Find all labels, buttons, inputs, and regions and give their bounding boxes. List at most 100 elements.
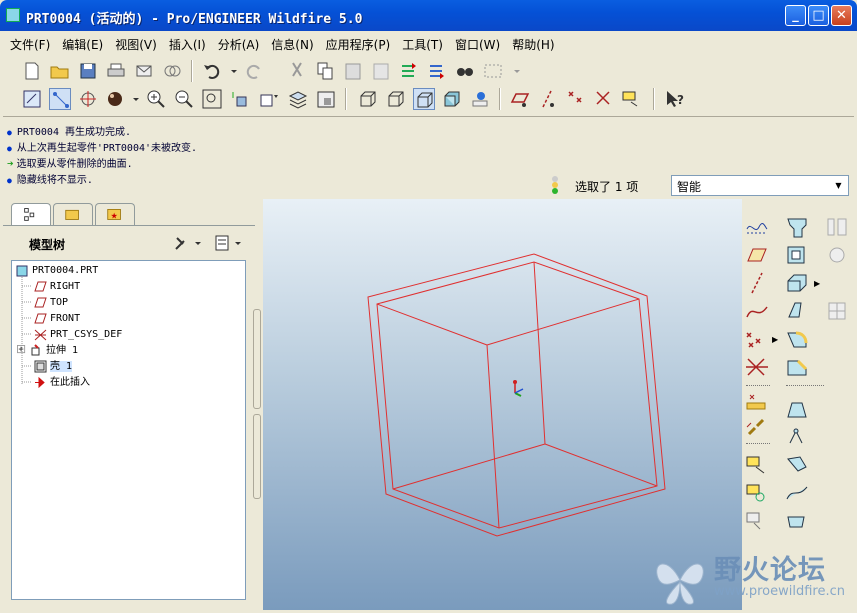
- merge-tool-icon[interactable]: [784, 481, 810, 505]
- zoom-in-icon[interactable]: [145, 88, 167, 110]
- datum-plane-display-icon[interactable]: [509, 88, 531, 110]
- view-manager-icon[interactable]: [315, 88, 337, 110]
- regen-manager-icon[interactable]: [426, 60, 448, 82]
- datum-curve-tool-icon[interactable]: [744, 299, 770, 323]
- wireframe-icon[interactable]: [357, 88, 379, 110]
- annotation-display-icon[interactable]: [621, 88, 643, 110]
- panel-splitter[interactable]: [253, 199, 263, 610]
- cut-icon[interactable]: [286, 60, 308, 82]
- find-icon[interactable]: [454, 60, 476, 82]
- repaint-icon[interactable]: [21, 88, 43, 110]
- menu-info[interactable]: 信息(N): [264, 33, 318, 53]
- placement-note-icon[interactable]: [744, 453, 770, 477]
- refit-icon[interactable]: [201, 88, 223, 110]
- minimize-button[interactable]: _: [785, 5, 806, 26]
- mirror-tool-icon[interactable]: [784, 453, 810, 477]
- datum-plane-tool-icon[interactable]: [744, 243, 770, 267]
- analysis-feature-icon[interactable]: [744, 389, 770, 413]
- menu-analysis[interactable]: 分析(A): [211, 33, 265, 53]
- svg-text:★: ★: [110, 211, 117, 221]
- title-bar: PRT0004 (活动的) - Pro/ENGINEER Wildfire 5.…: [0, 0, 857, 31]
- context-help-icon[interactable]: ?: [663, 88, 685, 110]
- orient-mode-icon[interactable]: [77, 88, 99, 110]
- csys-display-icon[interactable]: [593, 88, 615, 110]
- menu-edit[interactable]: 编辑(E): [55, 33, 108, 53]
- tree-settings-icon[interactable]: [173, 234, 205, 252]
- splitter-grip-top[interactable]: [253, 309, 261, 409]
- tab-model-tree[interactable]: [11, 203, 51, 225]
- layers-icon[interactable]: [287, 88, 309, 110]
- rib-tool-icon[interactable]: [784, 299, 810, 323]
- save-icon[interactable]: [77, 60, 99, 82]
- trim-tool-icon[interactable]: [784, 509, 810, 533]
- datum-axis-tool-icon[interactable]: [744, 271, 770, 295]
- tab-favorites[interactable]: ★: [95, 203, 135, 225]
- bullet-icon: ●: [7, 176, 12, 185]
- chevron-right-icon[interactable]: ▶: [772, 335, 778, 344]
- copy-geometry-icon[interactable]: [744, 509, 770, 533]
- menu-window[interactable]: 窗口(W): [448, 33, 505, 53]
- hole-tool-icon[interactable]: [784, 243, 810, 267]
- saved-views-icon[interactable]: [257, 88, 279, 110]
- shading-icon[interactable]: [441, 88, 463, 110]
- prompt-arrow-icon: ➔: [7, 157, 14, 170]
- maximize-button[interactable]: □: [808, 5, 829, 26]
- csys-tool-icon[interactable]: [744, 355, 770, 379]
- redo-icon[interactable]: [243, 60, 265, 82]
- draft-tool-icon[interactable]: [784, 397, 810, 421]
- datum-point-tool-icon[interactable]: [744, 327, 770, 351]
- paste-special-icon[interactable]: [370, 60, 392, 82]
- toolbar-divider: [786, 385, 824, 386]
- open-folder-icon[interactable]: [49, 60, 71, 82]
- send-mail-icon[interactable]: [133, 60, 155, 82]
- annotation-feature-icon[interactable]: [744, 481, 770, 505]
- extrude-tool-icon[interactable]: [784, 215, 810, 239]
- site-watermark: 野火论坛 www.proewildfire.cn: [646, 546, 857, 613]
- pattern-tool-icon[interactable]: [784, 425, 810, 449]
- copy-icon[interactable]: [314, 60, 336, 82]
- menu-insert[interactable]: 插入(I): [162, 33, 211, 53]
- datum-axis-display-icon[interactable]: [537, 88, 559, 110]
- select-dropdown-icon[interactable]: [506, 60, 520, 82]
- menu-help[interactable]: 帮助(H): [505, 33, 559, 53]
- zoom-out-icon[interactable]: [173, 88, 195, 110]
- send-link-icon[interactable]: [161, 60, 183, 82]
- spin-center-icon[interactable]: [49, 88, 71, 110]
- print-icon[interactable]: [105, 60, 127, 82]
- menu-applications[interactable]: 应用程序(P): [319, 33, 396, 53]
- new-file-icon[interactable]: [21, 60, 43, 82]
- chevron-right-icon[interactable]: ▶: [814, 279, 820, 288]
- no-hidden-icon[interactable]: [413, 88, 435, 110]
- menu-tools[interactable]: 工具(T): [395, 33, 448, 53]
- hidden-line-icon[interactable]: [385, 88, 407, 110]
- tree-columns-icon[interactable]: [213, 234, 245, 252]
- menu-view[interactable]: 视图(V): [108, 33, 162, 53]
- message-line-prompt: ➔ 选取要从零件删除的曲面.: [7, 157, 133, 170]
- close-button[interactable]: ✕: [831, 5, 852, 26]
- select-box-icon[interactable]: [482, 60, 504, 82]
- reference-feature-icon[interactable]: [744, 415, 770, 439]
- splitter-grip-bottom[interactable]: [253, 414, 261, 499]
- appearance-dropdown-icon[interactable]: [125, 88, 139, 110]
- tab-folder-browser[interactable]: [53, 203, 93, 225]
- chevron-down-icon[interactable]: ▼: [831, 178, 846, 193]
- datum-point-display-icon[interactable]: [565, 88, 587, 110]
- regenerate-icon[interactable]: [398, 60, 420, 82]
- reorient-icon[interactable]: [229, 88, 251, 110]
- appearance-ball-icon[interactable]: [105, 88, 127, 110]
- undo-icon[interactable]: [201, 60, 223, 82]
- chamfer-tool-icon[interactable]: [784, 355, 810, 379]
- shell-tool-icon[interactable]: [784, 271, 810, 295]
- selection-filter-select[interactable]: 智能 ▼: [671, 175, 849, 196]
- round-tool-icon[interactable]: [784, 327, 810, 351]
- model-tree-display-icon[interactable]: [469, 88, 491, 110]
- hidden-vertex-edges: [392, 261, 658, 490]
- menu-file[interactable]: 文件(F): [3, 33, 55, 53]
- tree-connector-lines: [21, 277, 32, 385]
- main-toolbar: [3, 57, 854, 85]
- sketch-icon[interactable]: [744, 215, 770, 239]
- undo-dropdown-icon[interactable]: [223, 60, 237, 82]
- navigator-panel: ★ 模型树 PRT0004.PRT RIGHT TOP FRONT PRT_CS…: [3, 199, 255, 610]
- near-vertex-edges: [376, 298, 640, 529]
- paste-icon[interactable]: [342, 60, 364, 82]
